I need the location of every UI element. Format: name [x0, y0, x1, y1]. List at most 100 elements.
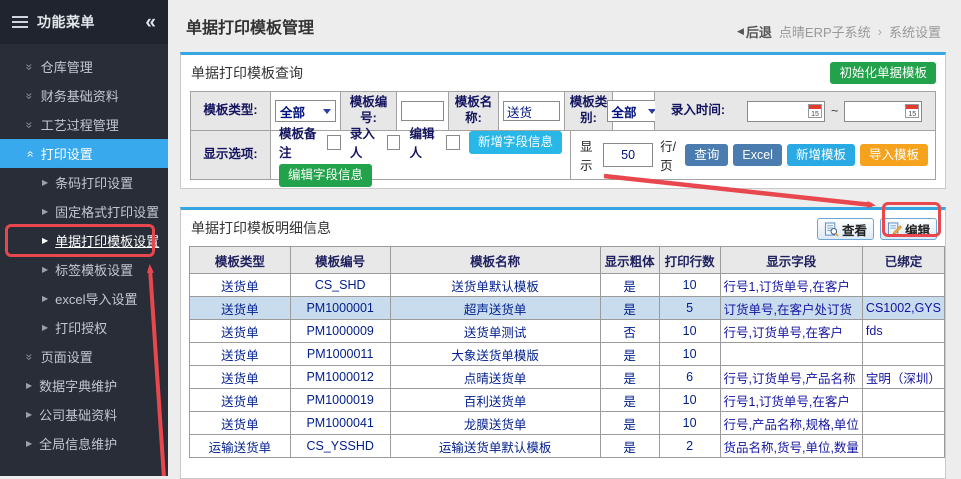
column-header: 打印行数	[659, 247, 720, 274]
init-template-button[interactable]: 初始化单据模板	[830, 62, 936, 84]
table-cell: PM1000009	[290, 320, 390, 343]
triangle-right-icon: ▶	[42, 237, 48, 245]
back-button[interactable]: ◀后退	[737, 22, 772, 41]
table-cell	[862, 412, 944, 435]
table-cell: 点晴送货单	[390, 366, 600, 389]
calendar-icon[interactable]	[808, 104, 822, 118]
triangle-right-icon: ▶	[26, 411, 32, 419]
template-category-select[interactable]: 全部	[607, 100, 661, 122]
table-cell: CS_YSSHD	[290, 435, 390, 458]
table-cell: 行号,订货单号,在客户	[720, 320, 862, 343]
display-label: 显示	[580, 136, 596, 174]
table-cell: 行号1,订货单号,在客户	[720, 274, 862, 297]
table-cell: 行号,产品名称,规格,单位	[720, 412, 862, 435]
double-chevron-down-icon: »	[23, 353, 35, 360]
triangle-right-icon: ▶	[42, 208, 48, 216]
table-cell: 否	[600, 320, 659, 343]
sidebar-item-label: 打印授权	[55, 318, 107, 337]
edit-field-info-button[interactable]: 编辑字段信息	[279, 164, 372, 186]
rows-per-page-input[interactable]	[603, 143, 653, 167]
double-chevron-down-icon: »	[23, 63, 35, 70]
view-button[interactable]: 查看	[817, 218, 874, 240]
table-cell: 送货单	[190, 274, 291, 297]
table-row[interactable]: 送货单PM1000011大象送货单模版是10	[190, 343, 945, 366]
tilde-separator: ~	[831, 104, 838, 118]
sidebar-item-9[interactable]: ▶打印授权	[0, 313, 168, 342]
double-chevron-up-icon: »	[23, 150, 35, 157]
column-header: 显示粗体	[600, 247, 659, 274]
table-cell	[862, 435, 944, 458]
table-row[interactable]: 送货单PM1000009送货单测试否10行号,订货单号,在客户fds	[190, 320, 945, 343]
query-button[interactable]: 查询	[685, 144, 728, 166]
table-cell: 10	[659, 320, 720, 343]
sidebar-item-8[interactable]: ▶excel导入设置	[0, 284, 168, 313]
sidebar-item-label: 页面设置	[41, 347, 93, 366]
table-cell: 10	[659, 343, 720, 366]
remark-checkbox[interactable]	[327, 135, 341, 150]
table-cell: 是	[600, 435, 659, 458]
sidebar-item-label: 工艺过程管理	[41, 115, 119, 134]
sidebar-item-3[interactable]: »打印设置	[0, 139, 168, 168]
breadcrumb-settings[interactable]: 系统设置	[889, 22, 941, 41]
edit-button[interactable]: 编辑	[880, 218, 937, 240]
table-row[interactable]: 送货单PM1000012点晴送货单是6行号,订货单号,产品名称宝明（深圳）	[190, 366, 945, 389]
sidebar-item-13[interactable]: ▶全局信息维护	[0, 429, 168, 458]
display-options-label: 显示选项:	[191, 131, 271, 179]
collapse-sidebar-icon[interactable]: «	[145, 13, 156, 32]
sidebar-item-5[interactable]: ▶固定格式打印设置	[0, 197, 168, 226]
import-template-button[interactable]: 导入模板	[860, 144, 928, 166]
table-row[interactable]: 运输送货单CS_YSSHD运输送货单默认模板是2货品名称,货号,单位,数量	[190, 435, 945, 458]
sidebar-item-7[interactable]: ▶标签模板设置	[0, 255, 168, 284]
entry-time-from-input[interactable]	[747, 101, 825, 122]
sidebar-item-0[interactable]: » 仓库管理	[0, 52, 168, 81]
template-name-input[interactable]	[503, 101, 560, 121]
table-cell: 送货单	[190, 297, 291, 320]
column-header: 模板类型	[190, 247, 291, 274]
sidebar-item-6[interactable]: ▶ 单据打印模板设置	[0, 226, 168, 255]
table-row[interactable]: 送货单PM1000041龙膜送货单是10行号,产品名称,规格,单位	[190, 412, 945, 435]
table-cell: 送货单	[190, 412, 291, 435]
table-cell: 10	[659, 274, 720, 297]
table-cell: PM1000011	[290, 343, 390, 366]
table-cell: PM1000001	[290, 297, 390, 320]
table-cell: 送货单测试	[390, 320, 600, 343]
sidebar-item-11[interactable]: ▶数据字典维护	[0, 371, 168, 400]
query-actions-cell: 显示 行/页 查询 Excel 新增模板 导入模板	[571, 131, 935, 179]
sidebar-item-1[interactable]: »财务基础资料	[0, 81, 168, 110]
entry-time-to-input[interactable]	[844, 101, 922, 122]
breadcrumb-system[interactable]: 点晴ERP子系统	[779, 22, 871, 41]
column-header: 模板名称	[390, 247, 600, 274]
table-cell: 运输送货单默认模板	[390, 435, 600, 458]
new-template-button[interactable]: 新增模板	[787, 144, 855, 166]
table-cell: 是	[600, 343, 659, 366]
table-cell: 送货单	[190, 389, 291, 412]
table-row[interactable]: 送货单PM1000019百利送货单是10行号1,订货单号,在客户	[190, 389, 945, 412]
sidebar: 功能菜单 « »仓库管理»财务基础资料»工艺过程管理»打印设置▶条码打印设置▶固…	[0, 0, 168, 476]
template-type-select[interactable]: 全部	[275, 100, 336, 122]
sidebar-item-label: 仓库管理	[41, 57, 93, 76]
table-cell: 行号1,订货单号,在客户	[720, 389, 862, 412]
sidebar-item-label: 单据打印模板设置	[55, 231, 159, 250]
sidebar-item-4[interactable]: ▶条码打印设置	[0, 168, 168, 197]
table-cell: 送货单	[190, 366, 291, 389]
table-cell: 大象送货单模版	[390, 343, 600, 366]
sidebar-item-12[interactable]: ▶公司基础资料	[0, 400, 168, 429]
table-cell: 龙膜送货单	[390, 412, 600, 435]
excel-button[interactable]: Excel	[733, 144, 782, 166]
table-cell: fds	[862, 320, 944, 343]
table-row[interactable]: 送货单PM1000001超声送货单是5订货单号,在客户处订货CS1002,GYS	[190, 297, 945, 320]
table-cell: 10	[659, 412, 720, 435]
sidebar-item-10[interactable]: » 页面设置	[0, 342, 168, 371]
table-row[interactable]: 送货单CS_SHD送货单默认模板是10行号1,订货单号,在客户	[190, 274, 945, 297]
page-title: 单据打印模板管理	[186, 14, 314, 38]
sidebar-item-label: 标签模板设置	[55, 260, 133, 279]
query-panel: 单据打印模板查询 初始化单据模板 模板类型: 全部 模板编号: 模板名称: 模板…	[180, 52, 946, 189]
editor-checkbox[interactable]	[446, 135, 460, 150]
sidebar-item-2[interactable]: »工艺过程管理	[0, 110, 168, 139]
entry-person-checkbox[interactable]	[387, 135, 401, 150]
calendar-icon[interactable]	[905, 104, 919, 118]
rows-unit-label: 行/页	[660, 136, 678, 174]
add-field-info-button[interactable]: 新增字段信息	[469, 131, 562, 153]
template-no-input[interactable]	[401, 101, 444, 121]
table-cell: 订货单号,在客户处订货	[720, 297, 862, 320]
